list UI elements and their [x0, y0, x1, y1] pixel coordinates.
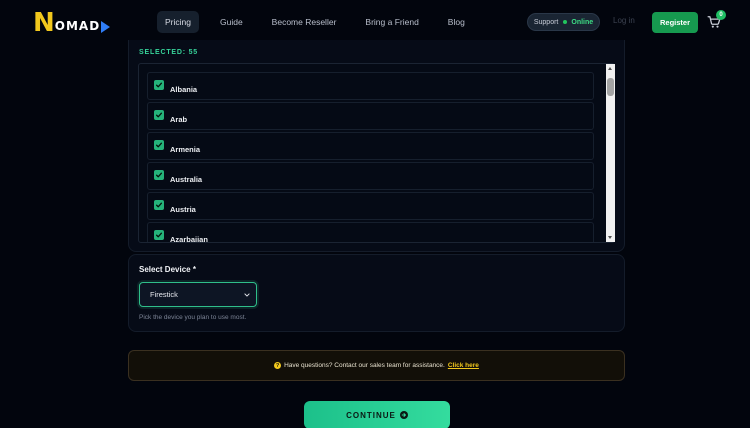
main-nav: Pricing Guide Become Reseller Bring a Fr… [157, 11, 473, 33]
checkbox-checked-icon[interactable] [154, 230, 164, 240]
country-name: Austria [170, 204, 196, 214]
country-name: Arab [170, 114, 188, 124]
country-row-austria[interactable]: Austria [147, 192, 594, 220]
logo-text: OMAD [54, 19, 101, 33]
device-hint: Pick the device you plan to use most. [139, 314, 247, 321]
question-icon: ? [274, 362, 282, 369]
register-button[interactable]: Register [652, 12, 698, 33]
support-status: Online [571, 18, 594, 26]
country-name: Albania [170, 84, 198, 94]
nav-item-bring-a-friend[interactable]: Bring a Friend [357, 11, 426, 33]
selected-count: SELECTED: 55 [139, 49, 198, 56]
scroll-up-arrow-icon[interactable] [608, 67, 612, 70]
cart-count-badge: 0 [716, 10, 726, 20]
checkbox-checked-icon[interactable] [154, 200, 164, 210]
scrollbar-thumb[interactable] [607, 78, 614, 96]
continue-label: CONTINUE [346, 410, 396, 420]
banner-text: Have questions? Contact our sales team f… [284, 362, 445, 369]
click-here-link[interactable]: Click here [448, 362, 479, 369]
nav-item-become-reseller[interactable]: Become Reseller [264, 11, 345, 33]
country-list-scrollbar[interactable] [606, 64, 615, 242]
country-name: Azarbaijan [170, 234, 208, 243]
country-list[interactable]: Albania Arab Armenia Australia Austria A… [138, 63, 615, 243]
country-row-albania[interactable]: Albania [147, 72, 594, 100]
nav-item-pricing[interactable]: Pricing [157, 11, 199, 33]
nomad-logo[interactable]: N OMAD [33, 8, 111, 38]
device-select[interactable]: Firestick [139, 282, 257, 307]
checkbox-checked-icon[interactable] [154, 80, 164, 90]
arrow-right-circle-icon [399, 411, 408, 419]
checkbox-checked-icon[interactable] [154, 140, 164, 150]
login-link[interactable]: Log in [613, 16, 635, 25]
support-status-button[interactable]: Support Online [527, 13, 600, 31]
nav-item-guide[interactable]: Guide [212, 11, 251, 33]
device-select-value: Firestick [150, 290, 178, 299]
country-row-azarbaijan[interactable]: Azarbaijan [147, 222, 594, 243]
nav-item-blog[interactable]: Blog [440, 11, 473, 33]
checkbox-checked-icon[interactable] [154, 170, 164, 180]
support-label: Support [533, 18, 559, 26]
checkbox-checked-icon[interactable] [154, 110, 164, 120]
chevron-down-icon [244, 293, 250, 297]
cart-button[interactable]: 0 [707, 10, 726, 30]
country-row-arab[interactable]: Arab [147, 102, 594, 130]
sales-help-banner: ? Have questions? Contact our sales team… [128, 350, 625, 381]
country-row-armenia[interactable]: Armenia [147, 132, 594, 160]
play-icon [101, 21, 111, 33]
online-dot-icon [563, 20, 568, 24]
top-header: N OMAD Pricing Guide Become Reseller Bri… [0, 0, 750, 44]
scroll-down-arrow-icon[interactable] [608, 236, 612, 239]
select-device-label: Select Device * [139, 265, 196, 274]
country-row-australia[interactable]: Australia [147, 162, 594, 190]
country-name: Australia [170, 174, 203, 184]
logo-letter-n: N [33, 8, 55, 38]
continue-button[interactable]: CONTINUE [304, 401, 450, 428]
country-name: Armenia [170, 144, 201, 154]
